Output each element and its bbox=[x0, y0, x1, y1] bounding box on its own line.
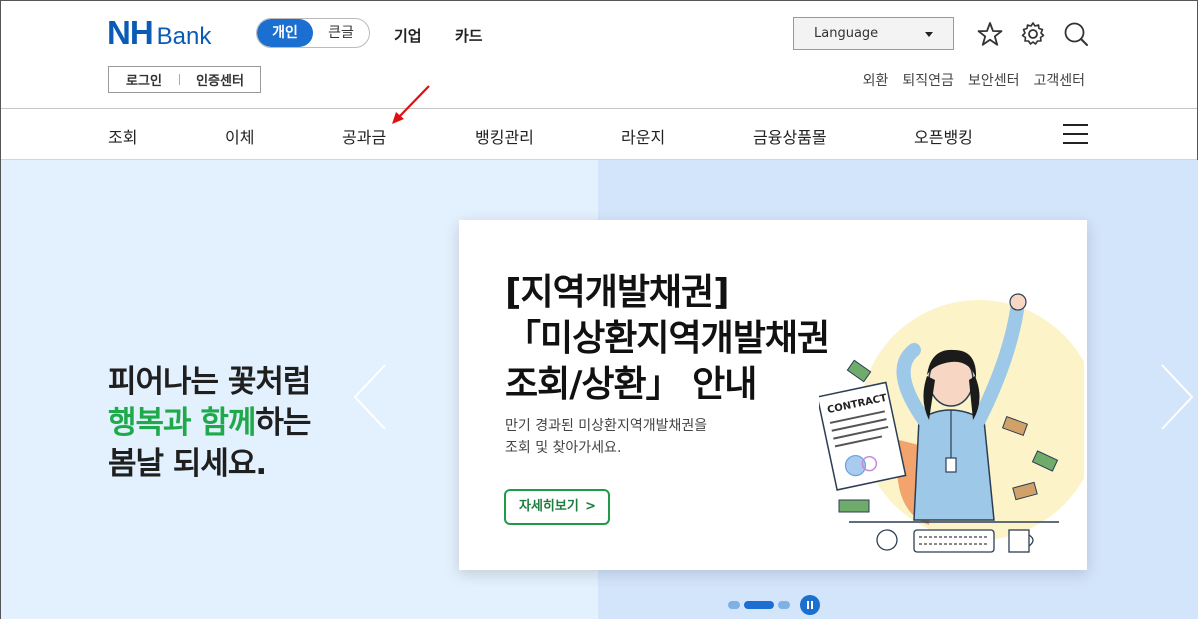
utility-links: 외환 퇴직연금 보안센터 고객센터 bbox=[863, 70, 1085, 90]
header-divider bbox=[1, 108, 1197, 109]
promo-desc-line2: 조회 및 찾아가세요. bbox=[505, 440, 622, 456]
gnb-transfer[interactable]: 이체 bbox=[225, 124, 254, 148]
promo-desc-line1: 만기 경과된 미상환지역개발채권을 bbox=[505, 418, 708, 434]
see-more-label: 자세히보기 bbox=[519, 499, 579, 514]
slogan-line3: 봄날 되세요. bbox=[108, 446, 267, 482]
personal-largetext-toggle: 개인 큰글 bbox=[256, 18, 370, 48]
large-text-tab[interactable]: 큰글 bbox=[313, 19, 369, 47]
cert-center-button[interactable]: 인증센터 bbox=[180, 70, 260, 89]
star-icon[interactable] bbox=[976, 20, 1004, 48]
carousel-pagination bbox=[728, 595, 820, 615]
promo-description: 만기 경과된 미상환지역개발채권을 조회 및 찾아가세요. bbox=[505, 415, 707, 459]
util-customer[interactable]: 고객센터 bbox=[1033, 70, 1085, 90]
menu-icon[interactable] bbox=[1063, 124, 1088, 144]
language-select[interactable]: Language bbox=[793, 17, 954, 50]
personal-tab[interactable]: 개인 bbox=[257, 19, 313, 47]
top-menu-card[interactable]: 카드 bbox=[455, 25, 483, 46]
slogan-green: 행복과 함께 bbox=[108, 405, 256, 441]
promo-title-line3: 조회/상환」 안내 bbox=[505, 364, 757, 405]
carousel-dot[interactable] bbox=[728, 601, 740, 609]
util-pension[interactable]: 퇴직연금 bbox=[902, 70, 954, 90]
carousel-dot-active[interactable] bbox=[744, 601, 774, 609]
gnb-open-banking[interactable]: 오픈뱅킹 bbox=[914, 124, 973, 148]
slogan-line2-rest: 하는 bbox=[255, 405, 311, 441]
next-slide-icon[interactable] bbox=[1156, 361, 1196, 433]
language-label: Language bbox=[814, 26, 879, 41]
pause-icon[interactable] bbox=[800, 595, 820, 615]
hero-slogan: 피어나는 꽃처럼 행복과 함께하는 봄날 되세요. bbox=[108, 362, 311, 485]
logo-bank: Bank bbox=[156, 23, 212, 50]
gnb-utility-bills[interactable]: 공과금 bbox=[342, 124, 386, 148]
gnb-financial-mall[interactable]: 금융상품몰 bbox=[753, 124, 827, 148]
promo-title: [지역개발채권] 「미상환지역개발채권 조회/상환」 안내 bbox=[505, 270, 830, 408]
woman-stretching-illustration: CONTRACT bbox=[819, 293, 1084, 553]
top-menu-business[interactable]: 기업 bbox=[394, 25, 422, 46]
search-icon[interactable] bbox=[1062, 20, 1090, 48]
util-security[interactable]: 보안센터 bbox=[968, 70, 1020, 90]
promo-title-line2: 「미상환지역개발채권 bbox=[505, 318, 830, 359]
slogan-line1: 피어나는 꽃처럼 bbox=[108, 364, 311, 400]
nh-bank-logo[interactable]: NH Bank bbox=[107, 14, 212, 51]
promo-title-line1: [지역개발채권] bbox=[505, 272, 730, 313]
chevron-right-icon: > bbox=[585, 499, 596, 514]
prev-slide-icon[interactable] bbox=[351, 361, 391, 433]
caret-down-icon bbox=[925, 32, 933, 37]
red-arrow-annotation-icon bbox=[392, 85, 430, 124]
util-forex[interactable]: 외환 bbox=[863, 70, 889, 90]
login-button[interactable]: 로그인 bbox=[109, 70, 179, 89]
gnb-banking-mgmt[interactable]: 뱅킹관리 bbox=[475, 124, 534, 148]
login-box: 로그인 인증센터 bbox=[108, 66, 261, 93]
gear-icon[interactable] bbox=[1019, 20, 1047, 48]
gnb-inquiry[interactable]: 조회 bbox=[108, 124, 137, 148]
promo-card: [지역개발채권] 「미상환지역개발채권 조회/상환」 안내 만기 경과된 미상환… bbox=[459, 220, 1087, 570]
carousel-dot[interactable] bbox=[778, 601, 790, 609]
gnb-lounge[interactable]: 라운지 bbox=[621, 124, 665, 148]
logo-nh: NH bbox=[107, 14, 154, 51]
see-more-button[interactable]: 자세히보기 > bbox=[504, 489, 610, 525]
